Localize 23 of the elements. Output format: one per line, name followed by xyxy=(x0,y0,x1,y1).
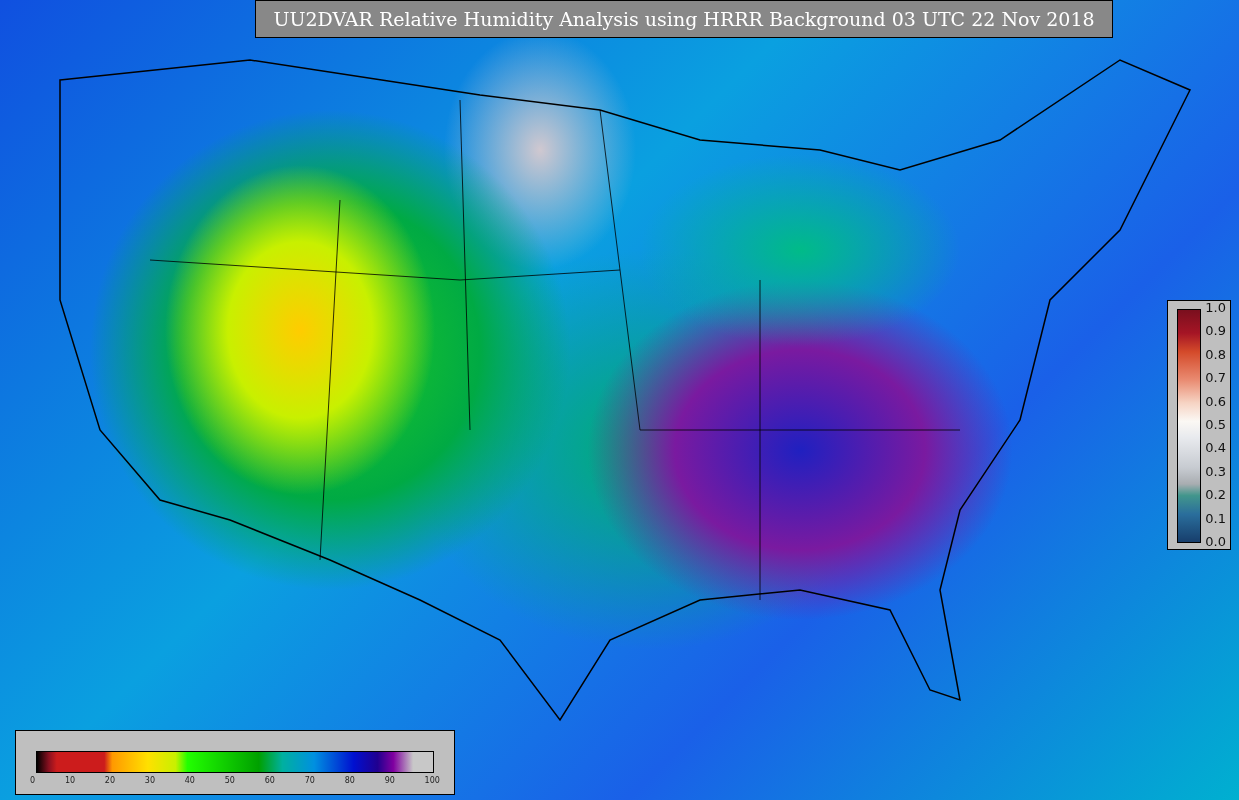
tick-label: 50 xyxy=(224,776,235,785)
tick-label: 80 xyxy=(344,776,355,785)
tick-label: 30 xyxy=(144,776,155,785)
tick-label: 0.5 xyxy=(1205,417,1226,432)
tick-label: 0.2 xyxy=(1205,488,1226,503)
map-title: UU2DVAR Relative Humidity Analysis using HRRR Background 03 UTC 22 Nov 2018 xyxy=(255,0,1113,38)
tick-label: 10 xyxy=(64,776,76,785)
tick-label: 100 xyxy=(424,776,440,785)
tick-label: 0.0 xyxy=(1205,534,1226,549)
tick-label: 0.9 xyxy=(1205,324,1226,339)
tick-label: 40 xyxy=(184,776,195,785)
tick-label: 0.3 xyxy=(1205,464,1226,479)
tick-label: 70 xyxy=(304,776,315,785)
tick-label: 0.4 xyxy=(1205,441,1226,456)
tick-label: 60 xyxy=(264,776,275,785)
tick-label: 0.6 xyxy=(1205,394,1226,409)
tick-label: 0.7 xyxy=(1205,371,1226,386)
tick-label: 1.0 xyxy=(1205,301,1226,315)
tick-label: 20 xyxy=(104,776,116,785)
tick-label: 0.8 xyxy=(1205,347,1226,362)
tick-label: 0.1 xyxy=(1205,511,1226,526)
tick-label: 0 xyxy=(30,776,36,785)
tick-label: 90 xyxy=(384,776,395,785)
